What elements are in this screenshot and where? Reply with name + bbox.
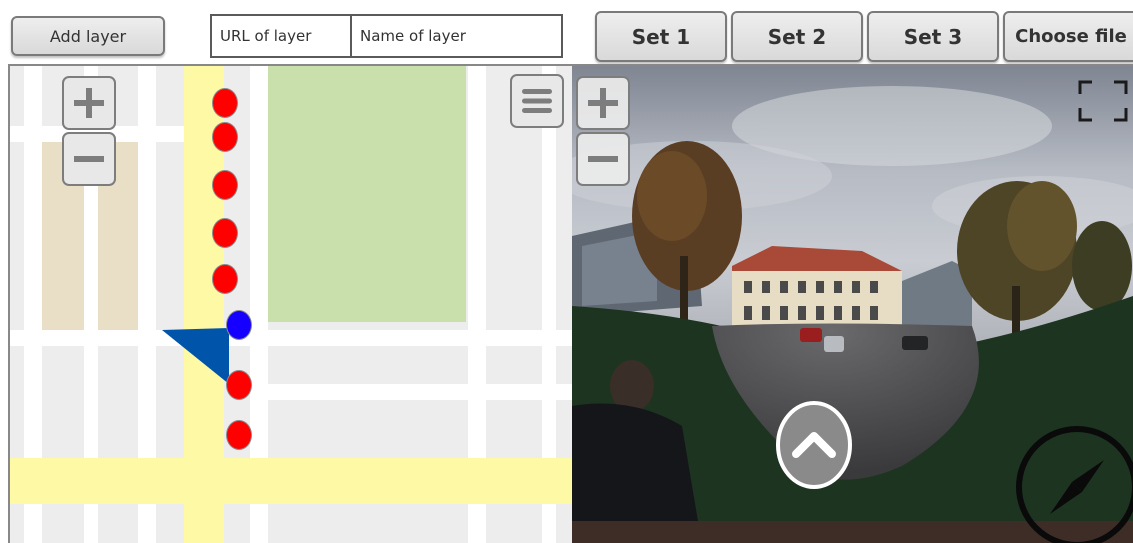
photo-marker[interactable] [212, 218, 238, 248]
fullscreen-icon[interactable] [1076, 78, 1130, 124]
layer-name-input[interactable] [352, 16, 561, 56]
menu-icon [522, 89, 552, 113]
panorama-zoom-in-button[interactable] [576, 76, 630, 130]
current-photo-marker[interactable] [226, 310, 252, 340]
panorama-viewer[interactable] [572, 64, 1133, 543]
set-2-button[interactable]: Set 2 [731, 11, 863, 62]
layers-menu-button[interactable] [510, 74, 564, 128]
panorama-zoom-out-button[interactable] [576, 132, 630, 186]
minus-icon [588, 156, 618, 162]
compass-icon[interactable] [1012, 422, 1133, 543]
set-1-button[interactable]: Set 1 [595, 11, 727, 62]
map-zoom-out-button[interactable] [62, 132, 116, 186]
photo-marker[interactable] [226, 370, 252, 400]
navigate-forward-icon[interactable] [776, 400, 852, 490]
photo-marker[interactable] [212, 88, 238, 118]
map-panel[interactable] [8, 64, 572, 543]
minus-icon [74, 156, 104, 162]
plus-icon [74, 88, 104, 118]
set-3-button[interactable]: Set 3 [867, 11, 999, 62]
plus-icon [588, 88, 618, 118]
map-zoom-in-button[interactable] [62, 76, 116, 130]
layer-input-group [210, 14, 563, 58]
photo-marker[interactable] [212, 170, 238, 200]
photo-marker[interactable] [226, 420, 252, 450]
layer-url-input[interactable] [212, 16, 352, 56]
photo-marker[interactable] [212, 122, 238, 152]
photo-marker[interactable] [212, 264, 238, 294]
choose-file-button[interactable]: Choose file [1003, 11, 1133, 62]
add-layer-button[interactable]: Add layer [11, 16, 165, 56]
